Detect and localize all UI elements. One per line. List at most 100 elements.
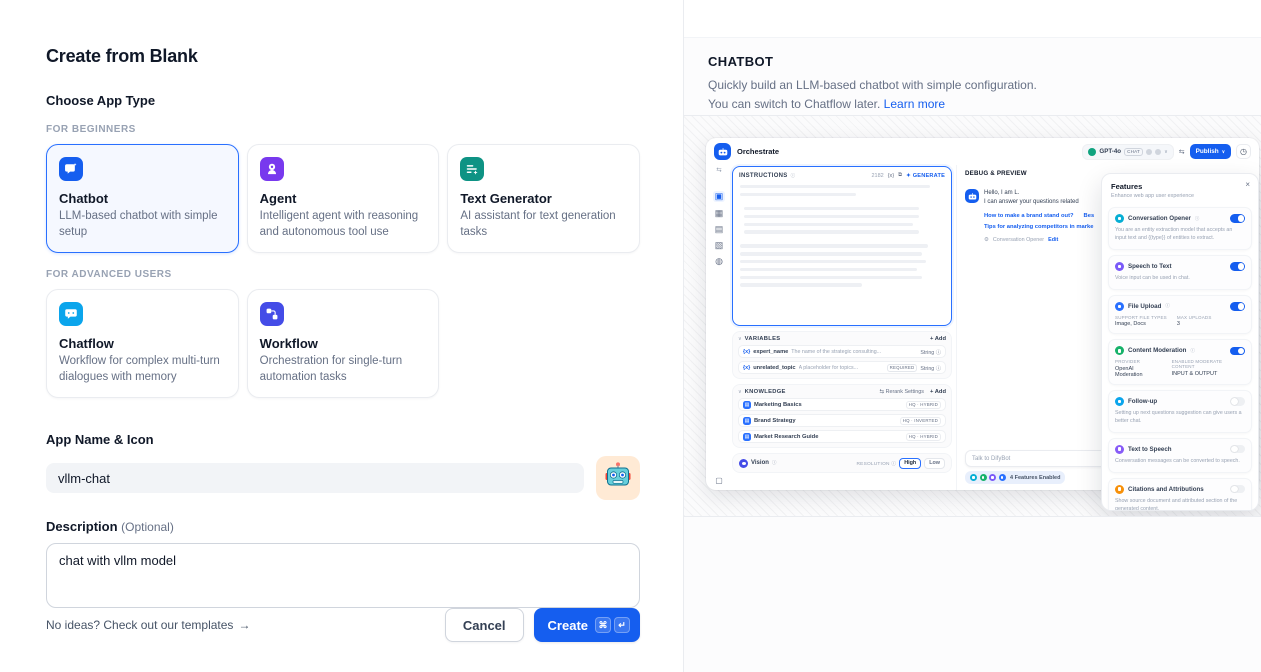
model-mini-icon (1146, 149, 1152, 155)
knowledge-row: ▤Brand StrategyHQ · INVERTED (738, 414, 946, 427)
feature-meta-value: OpenAI Moderation (1115, 366, 1162, 378)
feature-meta: PROVIDEROpenAI ModerationENABLED MODERAT… (1115, 359, 1245, 378)
feature-name: Citations and Attributions (1128, 486, 1204, 493)
preview-config-column: INSTRUCTIONS ⓘ 2182 {x} ⧉ ✦ GENERATE (732, 165, 956, 490)
page-title: Create from Blank (46, 46, 640, 67)
features-list: Conversation OpenerⓘYou are an entity ex… (1102, 201, 1258, 510)
app-type-card-chatflow[interactable]: Chatflow Workflow for complex multi-turn … (46, 289, 239, 398)
feature-item-follow-up: Follow-upSetting up next questions sugge… (1108, 390, 1252, 433)
card-title: Chatflow (59, 336, 226, 351)
feature-meta-col: MAX UPLOADS3 (1177, 315, 1212, 328)
create-button[interactable]: Create ⌘ ↵ (534, 608, 640, 642)
variable-name: expert_name (753, 349, 788, 355)
app-name-input[interactable] (46, 463, 584, 493)
feature-meta-key: ENABLED MODERATE CONTENT (1172, 359, 1245, 369)
add-variable-button: + Add (930, 336, 946, 342)
greeting-line-1: Hello, I am L. (984, 189, 1094, 198)
app-type-cards-row-0: ChatbotLLM-based chatbot with simple set… (46, 144, 640, 253)
knowledge-doc-name: Market Research Guide (754, 434, 903, 440)
generate-button-preview: ✦ GENERATE (906, 173, 945, 179)
feature-meta-value: INPUT & OUTPUT (1172, 371, 1245, 377)
preview-panel: CHATBOT Quickly build an LLM-based chatb… (683, 0, 1261, 672)
prompt-icon: ▣ (713, 191, 726, 202)
gear-icon: ⚙ (984, 237, 989, 243)
learn-more-link[interactable]: Learn more (884, 97, 945, 111)
app-type-card-text-generator[interactable]: Text GeneratorAI assistant for text gene… (447, 144, 640, 253)
agent-icon (260, 157, 284, 181)
description-label-text: Description (46, 519, 118, 534)
variable-description: A placeholder for topics... (799, 365, 884, 371)
cancel-button[interactable]: Cancel (445, 608, 524, 642)
feature-name: Text to Speech (1128, 446, 1172, 453)
features-title: Features (1111, 182, 1249, 191)
modal-footer: No ideas? Check out our templates → Canc… (46, 608, 640, 642)
description-textarea[interactable] (46, 543, 640, 608)
description-label: Description (Optional) (46, 519, 640, 534)
feature-description: Voice input can be used in chat. (1115, 275, 1245, 283)
feature-meta-key: SUPPORT FILE TYPES (1115, 315, 1167, 320)
note-icon: ▧ (715, 241, 724, 250)
generate-label: GENERATE (913, 173, 945, 179)
line-gap (740, 238, 944, 240)
globe-icon: ◍ (715, 257, 723, 266)
app-icon-picker[interactable] (596, 456, 640, 500)
variables-rows: {x}expert_nameThe name of the strategic … (738, 345, 946, 374)
image-icon: ▦ (715, 209, 724, 218)
info-icon: ⓘ (791, 173, 796, 179)
variable-type: String ⓘ (920, 364, 941, 372)
feature-mini-icon (970, 474, 977, 481)
card-description: Workflow for complex multi-turn dialogue… (59, 354, 226, 385)
create-button-label: Create (548, 618, 588, 633)
collapse-icon: ⇆ (716, 166, 721, 174)
feature-description: Conversation messages can be converted t… (1115, 458, 1245, 466)
workflow-icon (260, 302, 284, 326)
feature-item-speech-to-text: Speech to Text Voice input can be used in… (1108, 255, 1252, 290)
feature-meta-key: MAX UPLOADS (1177, 315, 1212, 320)
feature-description: Show source document and attributed sect… (1115, 498, 1245, 510)
history-icon: ◷ (1236, 144, 1251, 159)
placeholder-line (744, 223, 913, 226)
resolution-label: RESOLUTION ⓘ (857, 460, 897, 467)
publish-chevron-icon: ∨ (1222, 149, 1225, 155)
text-generator-icon (460, 157, 484, 181)
feature-meta-value: Image, Docs (1115, 321, 1167, 327)
knowledge-doc-name: Brand Strategy (754, 418, 897, 424)
feature-meta-col: ENABLED MODERATE CONTENT INPUT & OUTPUT (1172, 359, 1245, 378)
placeholder-line (740, 193, 856, 196)
feature-toggle (1230, 485, 1245, 494)
placeholder-line (744, 215, 919, 218)
choose-app-type-label: Choose App Type (46, 93, 640, 108)
sparkle-icon: ✦ (906, 173, 911, 179)
feature-meta: SUPPORT FILE TYPESImage, Docs MAX UPLOADS… (1115, 315, 1245, 328)
bot-avatar-icon (965, 189, 979, 203)
knowledge-actions: ⇆ Rerank Settings + Add (880, 389, 946, 395)
description-optional-text: (Optional) (121, 520, 174, 534)
content-moderation-icon (1115, 346, 1124, 355)
features-subtitle: Enhance web app user experience (1111, 193, 1249, 199)
feature-item-header: Speech to Text (1115, 262, 1245, 271)
preview-description-text: Quickly build an LLM-based chatbot with … (708, 78, 1037, 111)
templates-link[interactable]: No ideas? Check out our templates → (46, 618, 250, 632)
preview-description: Quickly build an LLM-based chatbot with … (708, 76, 1053, 113)
text-to-speech-icon (1115, 445, 1124, 454)
app-type-card-workflow[interactable]: WorkflowOrchestration for single-turn au… (247, 289, 440, 398)
preview-panel-header: CHATBOT Quickly build an LLM-based chatb… (684, 38, 1261, 115)
preview-app-title: Orchestrate (737, 147, 779, 156)
document-icon: ▤ (743, 417, 751, 425)
variable-fx-icon: {x} (743, 349, 750, 355)
variable-name: unrelated_topic (753, 365, 795, 371)
preview-app-robot-icon (714, 143, 731, 160)
instructions-title: INSTRUCTIONS (739, 173, 788, 179)
variable-row: {x}unrelated_topic A placeholder for topi… (738, 361, 946, 374)
suggestion-row-2: Tips for analyzing competitors in marke (984, 224, 1094, 230)
conversation-opener-label: Conversation Opener (993, 237, 1044, 243)
app-type-card-chatbot[interactable]: ChatbotLLM-based chatbot with simple set… (46, 144, 239, 253)
variable-fx-icon: {x} (743, 365, 750, 371)
features-panel-header: Features Enhance web app user experience… (1102, 174, 1258, 201)
feature-toggle (1230, 262, 1245, 271)
app-name-label: App Name & Icon (46, 432, 640, 447)
app-type-card-agent[interactable]: AgentIntelligent agent with reasoning an… (247, 144, 440, 253)
info-icon: ⓘ (1165, 303, 1169, 309)
rerank-label: Rerank Settings (886, 389, 924, 395)
copy-icon: ⧉ (898, 172, 902, 179)
